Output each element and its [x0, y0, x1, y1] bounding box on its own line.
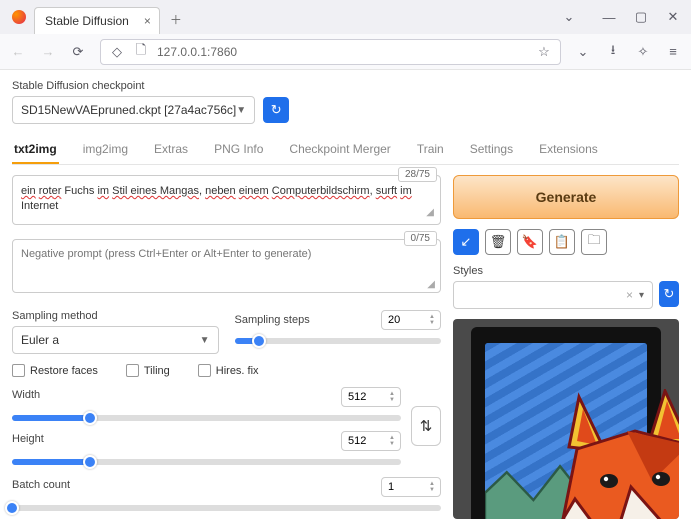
- stepper-icon[interactable]: ▲▼: [429, 311, 439, 329]
- refresh-checkpoint-button[interactable]: ↻: [263, 97, 289, 123]
- main-tabs: txt2img img2img Extras PNG Info Checkpoint M…: [12, 136, 679, 165]
- output-preview: [453, 319, 679, 519]
- batch-count-label: Batch count: [12, 479, 70, 491]
- tab-title: Stable Diffusion: [45, 14, 129, 28]
- checkpoint-value: SD15NewVAEpruned.ckpt [27a4ac756c]: [21, 103, 236, 117]
- swap-icon: ⇅: [420, 417, 433, 435]
- clear-button[interactable]: 🗑: [485, 229, 511, 255]
- folder-icon: 🗀: [587, 231, 600, 253]
- checkpoint-select[interactable]: SD15NewVAEpruned.ckpt [27a4ac756c] ▼: [12, 96, 255, 124]
- tab-extensions[interactable]: Extensions: [537, 136, 600, 164]
- prompt-text: ein roter Fuchs im Stil eines Mangas, ne…: [21, 184, 432, 215]
- sampling-method-select[interactable]: Euler a ▼: [12, 326, 219, 354]
- sampling-method-value: Euler a: [21, 333, 59, 347]
- tab-settings[interactable]: Settings: [468, 136, 515, 164]
- pocket-icon[interactable]: ⌄: [575, 44, 591, 60]
- reload-icon[interactable]: ⟳: [70, 44, 86, 60]
- tab-checkpoint-merger[interactable]: Checkpoint Merger: [287, 136, 392, 164]
- fox-graphic: [557, 389, 679, 519]
- refresh-styles-button[interactable]: ↻: [659, 281, 679, 307]
- tab-extras[interactable]: Extras: [152, 136, 190, 164]
- nav-back-icon[interactable]: ←: [10, 44, 26, 60]
- tab-txt2img[interactable]: txt2img: [12, 136, 59, 164]
- checkpoint-section: Stable Diffusion checkpoint SD15NewVAEpr…: [12, 80, 679, 124]
- height-slider[interactable]: [12, 459, 401, 465]
- chevron-down-icon: ▾: [639, 290, 644, 301]
- clear-styles-icon[interactable]: ×: [626, 288, 633, 302]
- extensions-icon[interactable]: ✧: [635, 44, 651, 60]
- chevron-down-icon[interactable]: ⌄: [561, 9, 577, 25]
- sampling-method-label: Sampling method: [12, 310, 219, 322]
- tiling-checkbox[interactable]: Tiling: [126, 364, 170, 377]
- apply-button[interactable]: ↙: [453, 229, 479, 255]
- browser-tab[interactable]: Stable Diffusion ×: [34, 7, 160, 34]
- url-bar[interactable]: ◇ 🗋 127.0.0.1:7860 ☆: [100, 39, 561, 65]
- negative-prompt-box: 0/75 ◢: [12, 239, 441, 296]
- tab-png-info[interactable]: PNG Info: [212, 136, 265, 164]
- styles-label: Styles: [453, 265, 679, 277]
- width-label: Width: [12, 389, 50, 401]
- prompt-box: 28/75 ein roter Fuchs im Stil eines Mang…: [12, 175, 441, 225]
- app-content: Stable Diffusion checkpoint SD15NewVAEpr…: [0, 70, 691, 519]
- shield-icon: ◇: [109, 44, 125, 60]
- styles-select[interactable]: × ▾: [453, 281, 653, 309]
- checkpoint-label: Stable Diffusion checkpoint: [12, 80, 679, 92]
- stepper-icon[interactable]: ▲▼: [389, 388, 399, 406]
- chevron-down-icon: ▼: [236, 105, 246, 116]
- neg-prompt-counter: 0/75: [404, 231, 437, 246]
- arrow-icon: ↙: [461, 234, 472, 250]
- firefox-logo-icon: [12, 10, 26, 24]
- bookmark-star-icon[interactable]: ☆: [536, 44, 552, 60]
- folder-button[interactable]: 🗀: [581, 229, 607, 255]
- tab-img2img[interactable]: img2img: [81, 136, 130, 164]
- window-minimize-icon[interactable]: —: [601, 9, 617, 25]
- height-label: Height: [12, 433, 50, 445]
- window-close-icon[interactable]: ✕: [665, 9, 681, 25]
- download-icon[interactable]: ⭳: [605, 44, 621, 60]
- lock-icon: 🗋: [133, 44, 149, 60]
- hires-fix-checkbox[interactable]: Hires. fix: [198, 364, 259, 377]
- prompt-counter: 28/75: [398, 167, 437, 182]
- generate-button[interactable]: Generate: [453, 175, 679, 219]
- restore-faces-checkbox[interactable]: Restore faces: [12, 364, 98, 377]
- negative-prompt-input[interactable]: [12, 239, 441, 293]
- swap-dimensions-button[interactable]: ⇅: [411, 406, 441, 446]
- batch-count-slider[interactable]: [12, 505, 441, 511]
- nav-forward-icon[interactable]: →: [40, 44, 56, 60]
- window-restore-icon[interactable]: ▢: [633, 9, 649, 25]
- refresh-icon: ↻: [271, 102, 282, 118]
- menu-icon[interactable]: ≡: [665, 44, 681, 60]
- trash-icon: 🗑: [490, 234, 507, 250]
- url-text: 127.0.0.1:7860: [157, 45, 528, 59]
- resize-handle-icon[interactable]: ◢: [427, 279, 435, 290]
- sampling-steps-slider[interactable]: [235, 338, 442, 344]
- browser-tabstrip: Stable Diffusion × ＋ ⌄ — ▢ ✕: [0, 0, 691, 34]
- browser-toolbar: ← → ⟳ ◇ 🗋 127.0.0.1:7860 ☆ ⌄ ⭳ ✧ ≡: [0, 34, 691, 70]
- clipboard-button[interactable]: 📋: [549, 229, 575, 255]
- tab-train[interactable]: Train: [415, 136, 446, 164]
- clipboard-icon: 📋: [554, 234, 570, 250]
- new-tab-button[interactable]: ＋: [160, 5, 192, 34]
- width-slider[interactable]: [12, 415, 401, 421]
- stepper-icon[interactable]: ▲▼: [389, 432, 399, 450]
- bookmark-icon: 🔖: [522, 234, 538, 250]
- refresh-icon: ↻: [664, 286, 675, 302]
- chevron-down-icon: ▼: [200, 335, 210, 346]
- sampling-steps-label: Sampling steps: [235, 314, 310, 326]
- prompt-input[interactable]: ein roter Fuchs im Stil eines Mangas, ne…: [12, 175, 441, 225]
- save-style-button[interactable]: 🔖: [517, 229, 543, 255]
- close-tab-icon[interactable]: ×: [144, 14, 151, 28]
- stepper-icon[interactable]: ▲▼: [429, 478, 439, 496]
- resize-handle-icon[interactable]: ◢: [426, 207, 434, 218]
